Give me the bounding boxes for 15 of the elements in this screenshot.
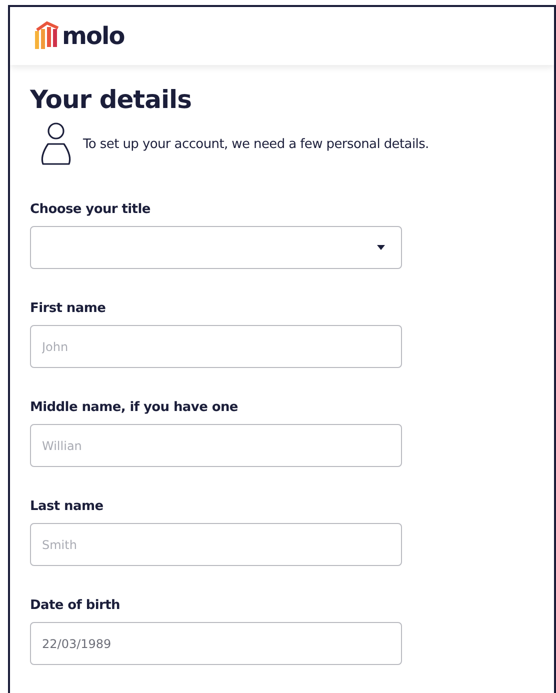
title-dropdown[interactable]	[30, 226, 402, 269]
logo-icon	[34, 21, 60, 51]
field-label: Last name	[30, 499, 104, 514]
intro-text: To set up your account, we need a few personal details.	[83, 136, 429, 152]
logo-text: molo	[62, 22, 124, 50]
input-field[interactable]: Willian	[30, 424, 402, 467]
page-heading: Your details	[30, 85, 192, 114]
field-label: Choose your title	[30, 202, 152, 217]
field-label: Middle name, if you have one	[30, 400, 239, 415]
field-label: First name	[30, 301, 107, 316]
input-field[interactable]: 22/03/1989	[30, 622, 402, 665]
person-icon	[39, 122, 73, 166]
field-label: Date of birth	[30, 598, 121, 613]
input-field[interactable]: Smith	[30, 523, 402, 566]
caret-icon	[377, 245, 385, 250]
